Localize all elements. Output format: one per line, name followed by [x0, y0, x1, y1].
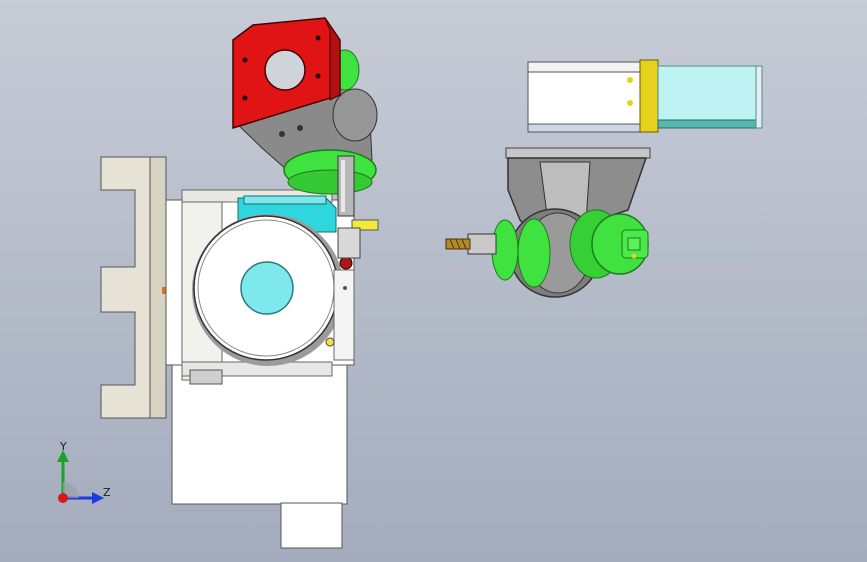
green-ring-mid [517, 218, 551, 288]
red-block-bore [264, 49, 306, 91]
gripper-red-1 [339, 256, 353, 270]
right-assembly[interactable] [445, 59, 763, 298]
mount-plate [505, 147, 651, 159]
clamp-bolt [325, 337, 335, 347]
clamp-bolt-small [343, 286, 347, 290]
red-bolt-3 [315, 35, 321, 41]
body-hole-1 [279, 131, 285, 137]
yellow-band [639, 59, 659, 133]
white-module-scale [527, 123, 641, 133]
triad-graphic [57, 450, 104, 504]
spindle-shaft-highlight [341, 160, 345, 212]
lower-clamp [189, 369, 223, 385]
red-bolt-4 [315, 73, 321, 79]
light-cyan-base [657, 119, 759, 129]
red-bolt-1 [242, 57, 248, 63]
cad-viewport[interactable]: Y Z [0, 0, 867, 562]
coordinate-triad[interactable]: Y Z [44, 436, 124, 516]
mounting-bracket [100, 156, 159, 419]
spindle-shaft [337, 155, 355, 217]
light-cyan-end [755, 65, 763, 129]
cyan-block-top [243, 195, 327, 205]
module-marker-2 [627, 100, 633, 106]
red-bolt-2 [242, 95, 248, 101]
disc-hub [240, 261, 294, 315]
left-assembly[interactable] [100, 17, 379, 549]
tool-shaft [467, 233, 497, 255]
gripper-arm [337, 227, 361, 259]
white-module-top [527, 61, 641, 73]
z-axis-label: Z [103, 486, 111, 499]
cad-model-scene[interactable] [0, 0, 867, 562]
y-axis-label: Y [60, 440, 67, 453]
side-clamp [333, 269, 355, 361]
body-hole-2 [297, 125, 303, 131]
boss-bolt [631, 253, 637, 259]
square-nut [627, 237, 641, 251]
base-foot [280, 502, 343, 549]
light-cyan-module [657, 65, 759, 123]
green-flange-lower-rim [287, 169, 373, 195]
spindle-grey-lobe [332, 88, 378, 142]
module-marker-1 [627, 77, 633, 83]
triad-origin [58, 493, 68, 503]
